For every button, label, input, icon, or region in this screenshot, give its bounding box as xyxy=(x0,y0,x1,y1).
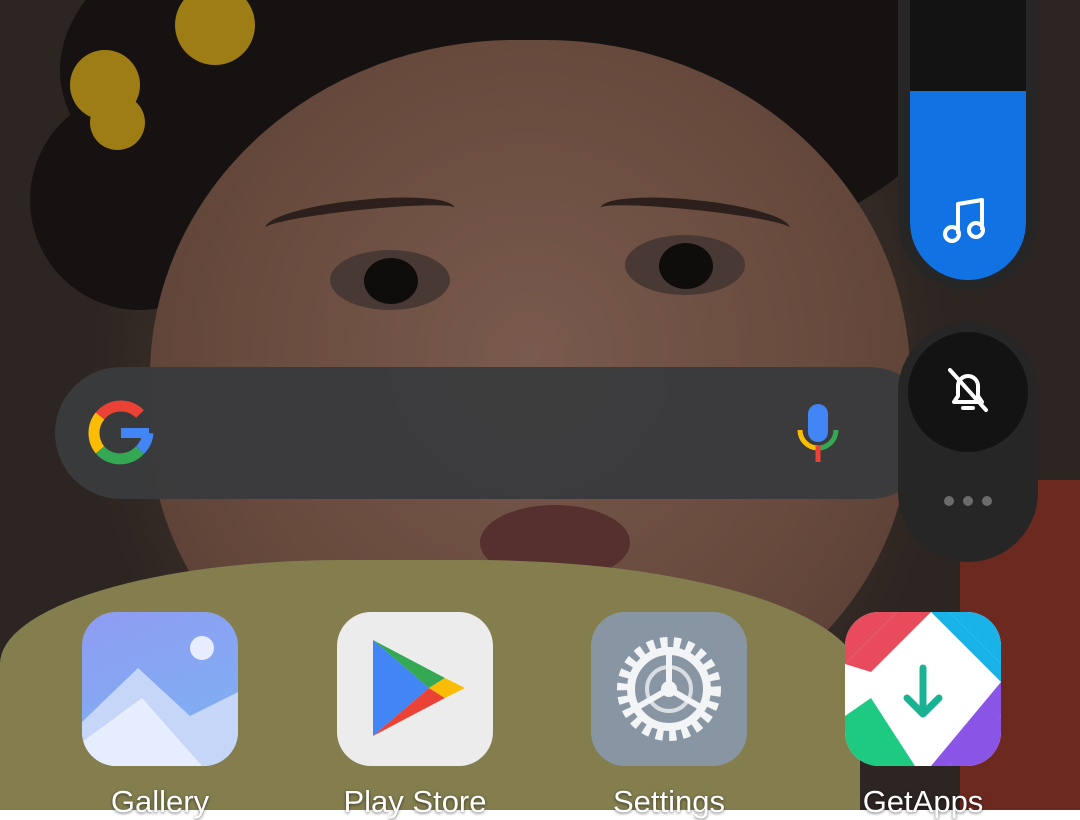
gallery-label: Gallery xyxy=(110,784,210,819)
more-dots-icon[interactable] xyxy=(938,486,998,516)
play-store-app-icon[interactable] xyxy=(337,612,493,766)
getapps-label: GetApps xyxy=(862,784,984,819)
settings-label: Settings xyxy=(612,784,725,819)
getapps-icon xyxy=(845,612,1001,766)
music-note-icon xyxy=(943,198,985,243)
google-g-icon[interactable] xyxy=(88,400,154,466)
play-store-label: Play Store xyxy=(343,784,487,819)
media-volume-fill xyxy=(910,90,1026,280)
microphone-icon[interactable] xyxy=(796,402,840,464)
getapps-app-icon[interactable] xyxy=(845,612,1001,766)
play-store-icon xyxy=(373,640,465,736)
settings-app-icon[interactable] xyxy=(591,612,747,766)
bell-off-icon xyxy=(948,368,988,412)
gallery-app-icon[interactable] xyxy=(82,612,238,766)
gallery-icon xyxy=(82,636,238,766)
settings-gear-icon xyxy=(617,637,721,741)
